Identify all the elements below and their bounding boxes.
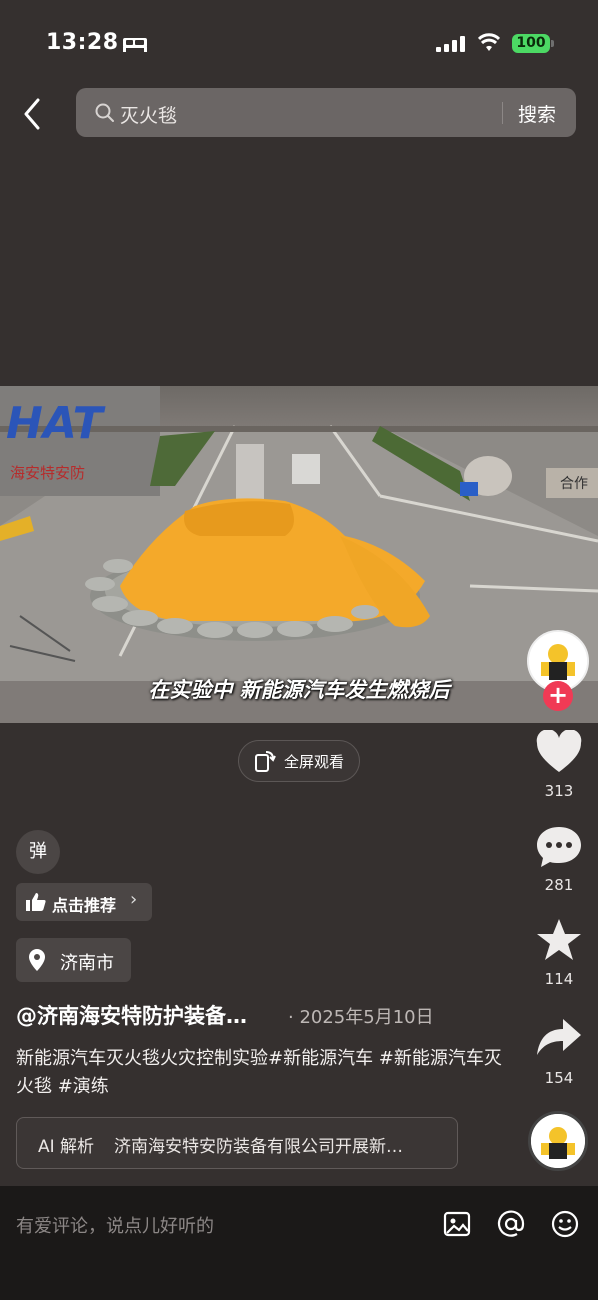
favorite-count: 114	[544, 970, 574, 988]
comment-input[interactable]: 有爱评论，说点儿好听的	[16, 1212, 214, 1238]
sign-text-company: 海安特安防	[10, 464, 85, 482]
sleep-focus-icon	[123, 38, 147, 52]
video-player[interactable]: HAT 海安特安防 合作	[0, 386, 598, 723]
post-date: · 2025年5月10日	[288, 1007, 434, 1028]
chevron-right-icon: ›	[130, 889, 138, 910]
search-query[interactable]: 灭火毯	[120, 101, 177, 128]
image-picker-icon[interactable]	[443, 1210, 471, 1238]
sign-text-coop: 合作	[560, 476, 588, 492]
like-heart-icon[interactable]	[535, 730, 583, 774]
video-frame-image: HAT 海安特安防 合作	[0, 386, 598, 723]
comment-icon[interactable]	[535, 825, 583, 869]
mention-at-icon[interactable]	[497, 1210, 525, 1238]
ai-analysis-label: AI 解析	[38, 1137, 95, 1157]
wifi-icon	[478, 33, 500, 51]
share-count: 154	[544, 1069, 574, 1087]
video-subtitle: 在实验中 新能源汽车发生燃烧后	[148, 678, 450, 702]
danmu-toggle-button[interactable]: 弹	[16, 830, 60, 874]
music-disc-image	[531, 1114, 585, 1168]
search-button[interactable]: 搜索	[518, 100, 556, 127]
comment-bar	[0, 1186, 598, 1300]
share-arrow-icon[interactable]	[535, 1017, 583, 1061]
recommend-label: 点击推荐	[52, 896, 117, 915]
thumbs-up-icon	[26, 893, 46, 911]
status-time: 13:28	[46, 30, 119, 55]
location-pin-icon	[29, 949, 45, 971]
battery-tip	[551, 40, 554, 47]
follow-button[interactable]: +	[543, 681, 573, 711]
music-disc[interactable]	[528, 1111, 588, 1171]
video-description[interactable]: 新能源汽车灭火毯火灾控制实验#新能源汽车 #新能源汽车灭火毯 #演练	[16, 1045, 506, 1101]
back-button[interactable]	[18, 96, 48, 132]
search-icon	[95, 103, 114, 122]
rotate-screen-icon	[255, 751, 276, 772]
cellular-signal-icon	[436, 36, 465, 52]
battery-level: 100	[512, 34, 550, 53]
favorite-star-icon[interactable]	[535, 918, 583, 962]
search-divider	[502, 102, 503, 124]
author-name[interactable]: @济南海安特防护装备…	[16, 1000, 286, 1030]
like-count: 313	[544, 782, 574, 800]
location-label: 济南市	[60, 953, 114, 974]
fullscreen-label: 全屏观看	[284, 753, 345, 771]
emoji-icon[interactable]	[551, 1210, 579, 1238]
sign-text-hat: HAT	[6, 398, 106, 449]
comment-count: 281	[544, 876, 574, 894]
ai-analysis-summary: 济南海安特安防装备有限公司开展新…	[114, 1137, 403, 1157]
